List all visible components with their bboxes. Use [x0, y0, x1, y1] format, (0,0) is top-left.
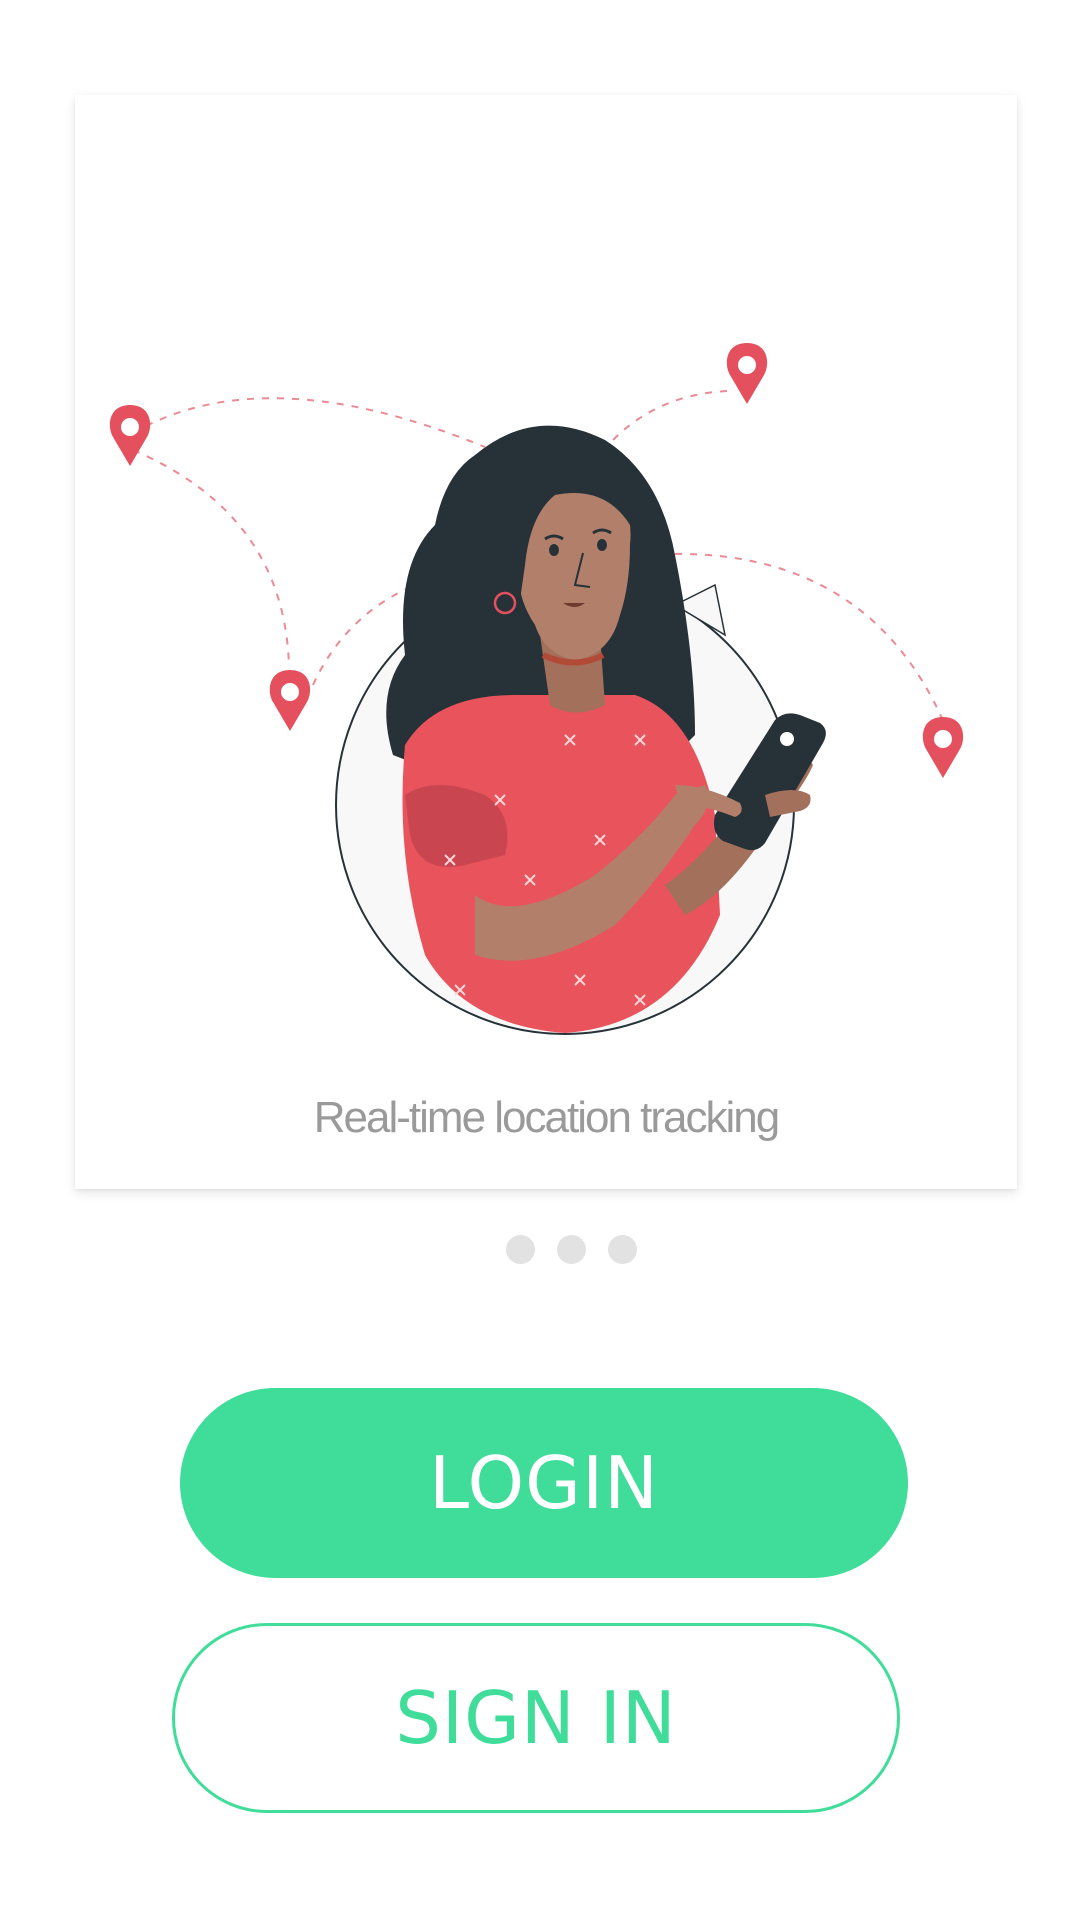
page-indicator — [0, 1235, 1080, 1264]
page-dot-1[interactable] — [505, 1235, 535, 1264]
map-pin-icon — [109, 405, 151, 466]
onboarding-screen: Real-time location tracking LOGIN SIGN I… — [0, 0, 1080, 1920]
map-pin-icon — [922, 717, 964, 778]
map-pin-icon — [726, 343, 768, 404]
map-pin-icon — [269, 670, 311, 731]
page-dot-2[interactable] — [556, 1235, 586, 1264]
onboarding-card: Real-time location tracking — [75, 95, 1017, 1189]
page-dot-3[interactable] — [607, 1235, 637, 1264]
location-tracking-illustration — [109, 343, 964, 1035]
slide-caption: Real-time location tracking — [313, 1093, 780, 1142]
sign-in-button[interactable]: SIGN IN — [172, 1623, 900, 1813]
login-button[interactable]: LOGIN — [180, 1388, 908, 1578]
